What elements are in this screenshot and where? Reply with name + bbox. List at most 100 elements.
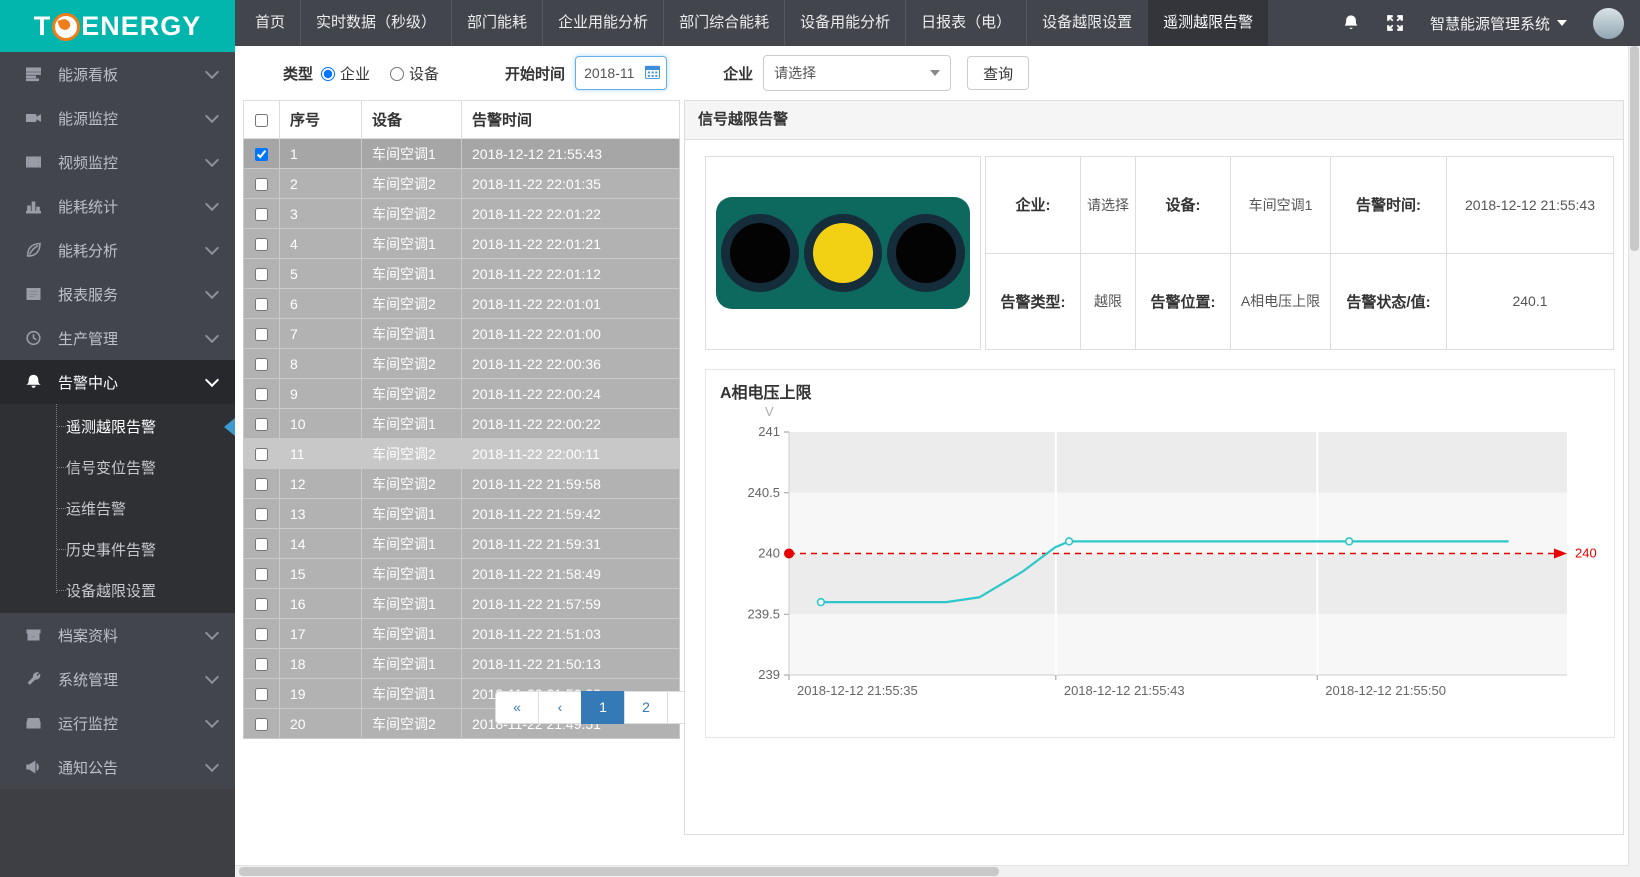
row-checkbox[interactable] bbox=[255, 538, 268, 551]
sidebar-item-3[interactable]: 能耗统计 bbox=[0, 184, 235, 228]
sidebar-item-0[interactable]: 能源看板 bbox=[0, 52, 235, 96]
table-row[interactable]: 1车间空调12018-12-12 21:55:43 bbox=[244, 139, 680, 169]
table-row[interactable]: 9车间空调22018-11-22 22:00:24 bbox=[244, 379, 680, 409]
top-nav-item-5[interactable]: 设备用能分析 bbox=[784, 0, 905, 46]
row-checkbox[interactable] bbox=[255, 148, 268, 161]
cell-no: 16 bbox=[280, 589, 362, 619]
sidebar-item-8[interactable]: 档案资料 bbox=[0, 613, 235, 657]
row-checkbox[interactable] bbox=[255, 598, 268, 611]
query-button[interactable]: 查询 bbox=[967, 56, 1029, 90]
page-button-1[interactable]: 1 bbox=[581, 691, 625, 724]
vertical-scrollbar[interactable] bbox=[1628, 46, 1640, 877]
row-checkbox[interactable] bbox=[255, 658, 268, 671]
table-row[interactable]: 18车间空调12018-11-22 21:50:13 bbox=[244, 649, 680, 679]
table-row[interactable]: 3车间空调22018-11-22 22:01:22 bbox=[244, 199, 680, 229]
sidebar-item-5[interactable]: 报表服务 bbox=[0, 272, 235, 316]
type-radio-option-0[interactable]: 企业 bbox=[321, 63, 370, 84]
chevron-down-icon bbox=[205, 714, 219, 728]
type-radio-label: 企业 bbox=[340, 66, 370, 83]
row-checkbox[interactable] bbox=[255, 238, 268, 251]
company-select[interactable]: 请选择 bbox=[763, 55, 951, 91]
type-radio[interactable] bbox=[321, 67, 335, 81]
row-checkbox[interactable] bbox=[255, 508, 268, 521]
sidebar-item-10[interactable]: 运行监控 bbox=[0, 701, 235, 745]
horizontal-scrollbar[interactable] bbox=[235, 865, 1629, 877]
top-nav-item-1[interactable]: 实时数据（秒级） bbox=[300, 0, 451, 46]
avatar[interactable] bbox=[1593, 8, 1624, 39]
table-row[interactable]: 14车间空调12018-11-22 21:59:31 bbox=[244, 529, 680, 559]
logo: T ENERGY bbox=[0, 0, 235, 52]
top-nav-item-0[interactable]: 首页 bbox=[240, 0, 300, 46]
cell-time: 2018-11-22 21:59:42 bbox=[462, 499, 680, 529]
row-checkbox[interactable] bbox=[255, 208, 268, 221]
type-radio-option-1[interactable]: 设备 bbox=[390, 63, 439, 84]
sidebar-subitem-7-2[interactable]: 运维告警 bbox=[0, 488, 235, 529]
table-row[interactable]: 2车间空调22018-11-22 22:01:35 bbox=[244, 169, 680, 199]
traffic-light-icon bbox=[716, 197, 970, 309]
row-checkbox[interactable] bbox=[255, 448, 268, 461]
sidebar-item-6[interactable]: 生产管理 bbox=[0, 316, 235, 360]
page-button-‹[interactable]: ‹ bbox=[538, 691, 582, 724]
top-nav-item-8[interactable]: 遥测越限告警 bbox=[1147, 0, 1268, 46]
sidebar-item-4[interactable]: 能耗分析 bbox=[0, 228, 235, 272]
row-checkbox[interactable] bbox=[255, 628, 268, 641]
row-checkbox[interactable] bbox=[255, 478, 268, 491]
table-row[interactable]: 15车间空调12018-11-22 21:58:49 bbox=[244, 559, 680, 589]
table-row[interactable]: 13车间空调12018-11-22 21:59:42 bbox=[244, 499, 680, 529]
sidebar-item-2[interactable]: 视频监控 bbox=[0, 140, 235, 184]
horizontal-scrollbar-thumb[interactable] bbox=[239, 867, 999, 876]
sidebar-item-9[interactable]: 系统管理 bbox=[0, 657, 235, 701]
table-row[interactable]: 11车间空调22018-11-22 22:00:11 bbox=[244, 439, 680, 469]
cell-device: 车间空调2 bbox=[362, 289, 462, 319]
row-checkbox[interactable] bbox=[255, 298, 268, 311]
info-value: A相电压上限 bbox=[1231, 253, 1331, 350]
table-row[interactable]: 7车间空调12018-11-22 22:01:00 bbox=[244, 319, 680, 349]
vertical-scrollbar-thumb[interactable] bbox=[1630, 46, 1639, 251]
cell-time: 2018-11-22 22:00:36 bbox=[462, 349, 680, 379]
table-row[interactable]: 16车间空调12018-11-22 21:57:59 bbox=[244, 589, 680, 619]
row-checkbox[interactable] bbox=[255, 718, 268, 731]
system-name-menu[interactable]: 智慧能源管理系统 bbox=[1430, 13, 1567, 34]
calendar-icon[interactable] bbox=[645, 65, 660, 79]
select-all-checkbox[interactable] bbox=[255, 114, 268, 127]
logo-suffix: ENERGY bbox=[81, 11, 201, 42]
row-checkbox[interactable] bbox=[255, 268, 268, 281]
sidebar-subitem-7-1[interactable]: 信号变位告警 bbox=[0, 447, 235, 488]
top-nav-item-6[interactable]: 日报表（电） bbox=[905, 0, 1026, 46]
table-header-row: 序号设备告警时间 bbox=[244, 101, 680, 139]
traffic-bulb-on bbox=[804, 214, 882, 292]
row-checkbox[interactable] bbox=[255, 418, 268, 431]
table-row[interactable]: 6车间空调22018-11-22 22:01:01 bbox=[244, 289, 680, 319]
page-button-2[interactable]: 2 bbox=[624, 691, 668, 724]
caret-down-icon bbox=[930, 70, 940, 76]
row-checkbox[interactable] bbox=[255, 178, 268, 191]
row-checkbox[interactable] bbox=[255, 328, 268, 341]
row-checkbox[interactable] bbox=[255, 568, 268, 581]
type-radio[interactable] bbox=[390, 67, 404, 81]
sidebar-item-11[interactable]: 通知公告 bbox=[0, 745, 235, 789]
table-row[interactable]: 17车间空调12018-11-22 21:51:03 bbox=[244, 619, 680, 649]
chart-band bbox=[789, 554, 1567, 615]
sidebar-subitem-7-4[interactable]: 设备越限设置 bbox=[0, 570, 235, 611]
table-row[interactable]: 8车间空调22018-11-22 22:00:36 bbox=[244, 349, 680, 379]
table-row[interactable]: 10车间空调12018-11-22 22:00:22 bbox=[244, 409, 680, 439]
sidebar-subitem-7-0[interactable]: 遥测越限告警 bbox=[0, 406, 235, 447]
row-checkbox[interactable] bbox=[255, 388, 268, 401]
bell-icon[interactable] bbox=[1342, 14, 1360, 32]
sidebar-subitem-7-3[interactable]: 历史事件告警 bbox=[0, 529, 235, 570]
row-checkbox[interactable] bbox=[255, 688, 268, 701]
top-nav-item-7[interactable]: 设备越限设置 bbox=[1026, 0, 1147, 46]
top-nav-item-4[interactable]: 部门综合能耗 bbox=[663, 0, 784, 46]
info-label: 告警位置: bbox=[1136, 253, 1231, 350]
fullscreen-icon[interactable] bbox=[1386, 14, 1404, 32]
table-row[interactable]: 5车间空调12018-11-22 22:01:12 bbox=[244, 259, 680, 289]
sidebar-item-7[interactable]: 告警中心 bbox=[0, 360, 235, 404]
row-checkbox[interactable] bbox=[255, 358, 268, 371]
table-row[interactable]: 4车间空调12018-11-22 22:01:21 bbox=[244, 229, 680, 259]
table-row[interactable]: 12车间空调22018-11-22 21:59:58 bbox=[244, 469, 680, 499]
top-nav-item-2[interactable]: 部门能耗 bbox=[451, 0, 542, 46]
sidebar-item-1[interactable]: 能源监控 bbox=[0, 96, 235, 140]
page-button-«[interactable]: « bbox=[495, 691, 539, 724]
top-nav-item-3[interactable]: 企业用能分析 bbox=[542, 0, 663, 46]
sidebar-subitem-label: 信号变位告警 bbox=[66, 457, 156, 478]
